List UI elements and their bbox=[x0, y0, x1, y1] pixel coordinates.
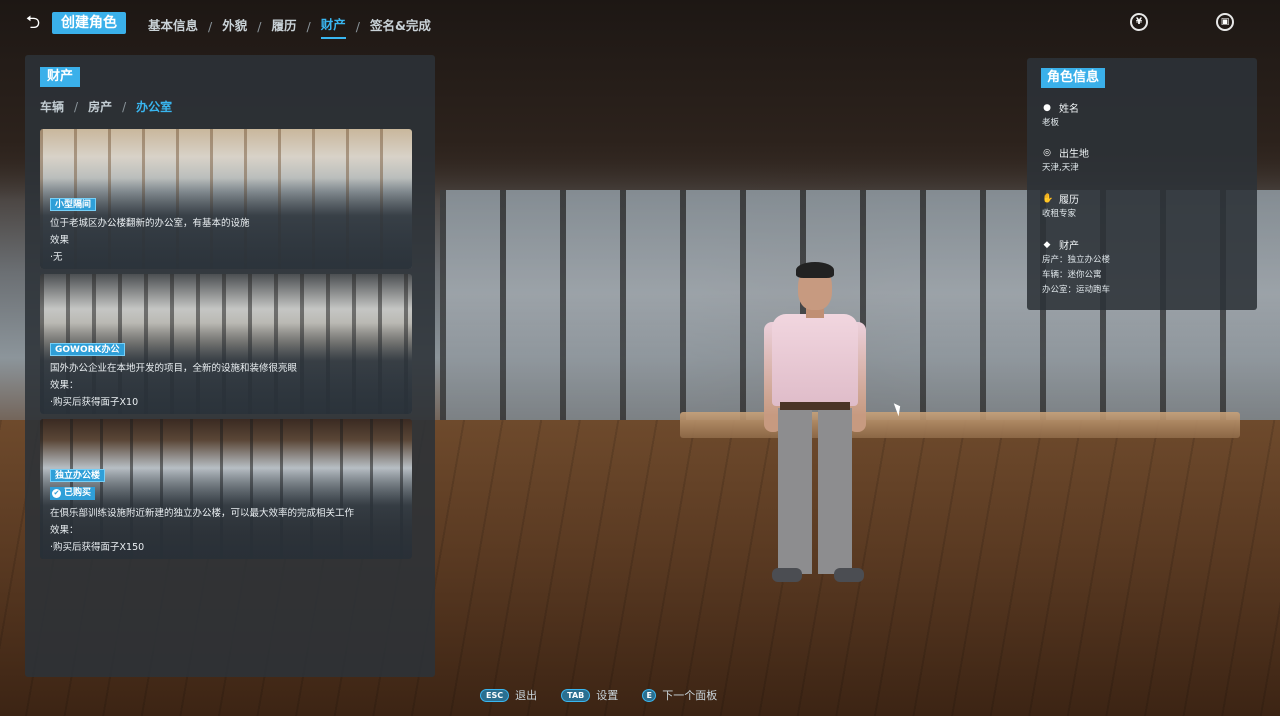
card-shade bbox=[40, 419, 412, 559]
character-legs bbox=[778, 408, 852, 574]
card-name-badge: 独立办公楼 bbox=[50, 469, 106, 482]
character-shirt bbox=[772, 314, 858, 406]
checkmark-shield-icon: ✔ bbox=[52, 489, 61, 498]
esc-key-icon: ESC bbox=[480, 688, 510, 702]
card-description: 位于老城区办公楼翻新的办公室，有基本的设施 bbox=[50, 218, 250, 229]
info-assets-property: 房产：独立办公楼 bbox=[1042, 255, 1111, 265]
step-resume[interactable]: 履历 bbox=[271, 15, 296, 38]
character-info-title: 角色信息 bbox=[1041, 68, 1106, 88]
office-card-independent-building[interactable]: 独立办公楼 ✔ 已购买 在俱乐部训练设施附近新建的独立办公楼，可以最大效率的完成… bbox=[40, 419, 412, 559]
info-assets-label: ◆ 财产 bbox=[1042, 237, 1079, 253]
hint-exit[interactable]: ESC 退出 bbox=[480, 687, 537, 703]
office-card-small-cubicle[interactable]: 小型隔间 位于老城区办公楼翻新的办公室，有基本的设施 效果 ·无 bbox=[40, 129, 412, 269]
field-label: 出生地 bbox=[1059, 149, 1089, 160]
card-description: 在俱乐部训练设施附近新建的独立办公楼，可以最大效率的完成相关工作 bbox=[50, 508, 355, 519]
character-right-shoe bbox=[834, 568, 864, 582]
panel-title: 财产 bbox=[40, 67, 81, 87]
current-step-title: 创建角色 bbox=[52, 12, 126, 34]
breadcrumb-separator: / bbox=[208, 19, 213, 34]
card-effect-value: ·购买后获得面子X10 bbox=[50, 397, 139, 408]
office-card-gowork[interactable]: GOWORK办公 国外办公企业在本地开发的项目，全新的设施和装修很亮眼 效果： … bbox=[40, 274, 412, 414]
step-breadcrumb: 基本信息 / 外貌 / 履历 / 财产 / 签名&完成 bbox=[148, 14, 431, 39]
yuan-coin-icon[interactable]: ¥ bbox=[1130, 13, 1148, 31]
card-effect-label: 效果： bbox=[50, 525, 79, 536]
asset-subtabs: 车辆 / 房产 / 办公室 bbox=[40, 98, 172, 115]
subtab-office[interactable]: 办公室 bbox=[136, 98, 172, 115]
info-birthplace-label: ◎ 出生地 bbox=[1042, 145, 1089, 161]
field-label: 姓名 bbox=[1059, 104, 1079, 115]
card-effect-label: 效果 bbox=[50, 235, 70, 246]
card-description: 国外办公企业在本地开发的项目，全新的设施和装修很亮眼 bbox=[50, 363, 298, 374]
step-appearance[interactable]: 外貌 bbox=[222, 15, 247, 38]
info-assets-vehicle: 车辆：迷你公寓 bbox=[1042, 270, 1102, 280]
subtab-vehicles[interactable]: 车辆 bbox=[40, 98, 64, 115]
character-hair bbox=[796, 262, 834, 278]
info-name-label: ● 姓名 bbox=[1042, 100, 1079, 116]
character-left-shoe bbox=[772, 568, 802, 582]
field-label: 财产 bbox=[1059, 241, 1079, 252]
info-resume-label: ✋ 履历 bbox=[1042, 191, 1079, 207]
breadcrumb-separator: / bbox=[306, 19, 311, 34]
owned-label: 已购买 bbox=[64, 488, 92, 498]
top-navigation-bar: ⮌ 创建角色 基本信息 / 外貌 / 履历 / 财产 / 签名&完成 ¥ ▣ bbox=[0, 0, 1280, 44]
owned-badge: ✔ 已购买 bbox=[50, 487, 96, 500]
hint-label: 下一个面板 bbox=[662, 689, 718, 702]
hint-label: 退出 bbox=[515, 689, 538, 702]
user-coin-icon: ◆ bbox=[1043, 239, 1051, 250]
step-sign-finish[interactable]: 签名&完成 bbox=[370, 15, 431, 38]
back-arrow-icon[interactable]: ⮌ bbox=[22, 12, 44, 34]
card-name-badge: 小型隔间 bbox=[50, 198, 97, 211]
card-effect-label: 效果： bbox=[50, 380, 79, 391]
key-hints: ESC 退出 TAB 设置 E 下一个面板 bbox=[480, 687, 741, 703]
info-resume-value: 收租专家 bbox=[1042, 209, 1077, 219]
info-name-value: 老板 bbox=[1042, 118, 1060, 128]
tab-key-icon: TAB bbox=[561, 688, 591, 702]
card-effect-value: ·无 bbox=[50, 252, 63, 263]
subtab-separator: / bbox=[74, 99, 79, 114]
player-character-model[interactable] bbox=[760, 262, 870, 592]
hint-label: 设置 bbox=[596, 689, 619, 702]
breadcrumb-separator: / bbox=[257, 19, 262, 34]
info-birthplace-value: 天津,天津 bbox=[1042, 163, 1079, 173]
assets-panel: 财产 车辆 / 房产 / 办公室 小型隔间 位于老城区办公楼翻新的办公室，有基本… bbox=[25, 55, 435, 677]
card-name-badge: GOWORK办公 bbox=[50, 343, 125, 356]
character-info-panel: 角色信息 ● 姓名 老板 ◎ 出生地 天津,天津 ✋ 履历 收租专家 ◆ 财产 … bbox=[1027, 58, 1257, 310]
breadcrumb-separator: / bbox=[355, 19, 360, 34]
hint-next-panel[interactable]: E 下一个面板 bbox=[642, 687, 717, 703]
token-icon[interactable]: ▣ bbox=[1216, 13, 1234, 31]
person-icon: ● bbox=[1043, 102, 1051, 113]
subtab-property[interactable]: 房产 bbox=[88, 98, 112, 115]
card-effect-value: ·购买后获得面子X150 bbox=[50, 542, 145, 553]
step-basic-info[interactable]: 基本信息 bbox=[148, 15, 198, 38]
step-assets[interactable]: 财产 bbox=[320, 14, 346, 39]
character-belt bbox=[780, 402, 850, 410]
subtab-separator: / bbox=[122, 99, 127, 114]
field-label: 履历 bbox=[1059, 195, 1079, 206]
location-pin-icon: ◎ bbox=[1043, 147, 1051, 158]
handshake-icon: ✋ bbox=[1042, 193, 1054, 204]
info-assets-office: 办公室：运动跑车 bbox=[1042, 285, 1111, 295]
e-key-icon: E bbox=[642, 688, 657, 702]
hint-settings[interactable]: TAB 设置 bbox=[561, 687, 618, 703]
